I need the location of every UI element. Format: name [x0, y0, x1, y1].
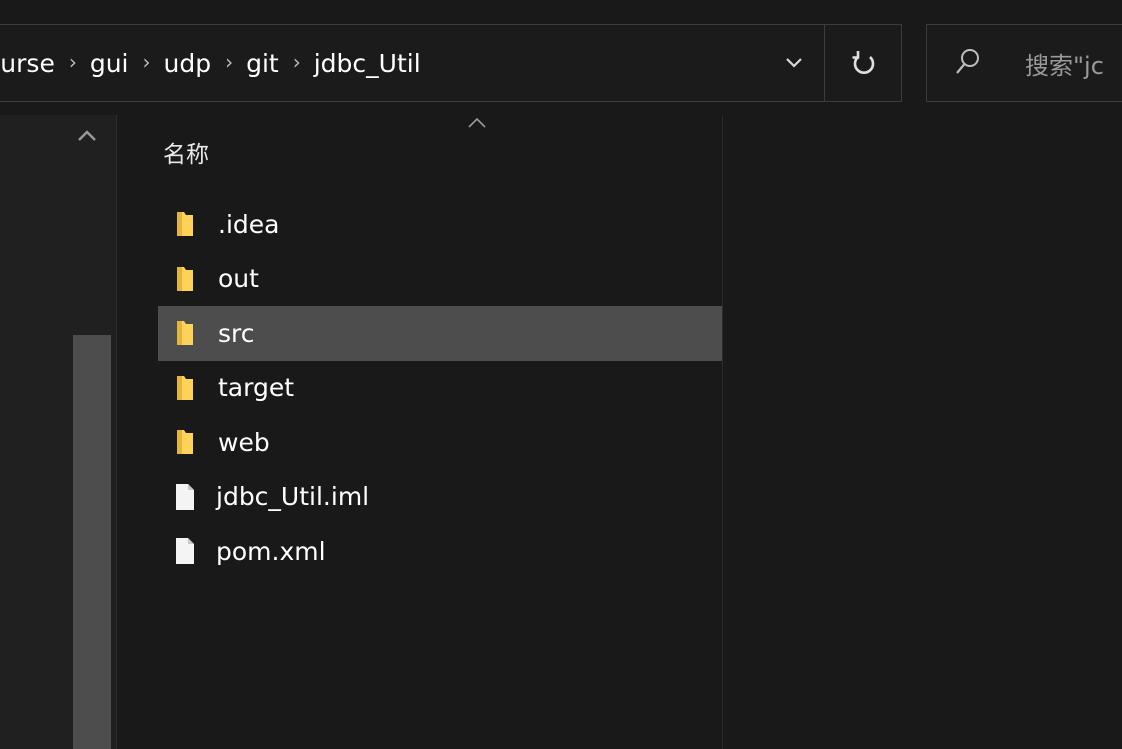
list-item-web[interactable]: web: [158, 415, 722, 470]
list-item-pom-xml[interactable]: pom.xml: [158, 524, 722, 579]
search-placeholder: 搜索"jc: [1025, 51, 1104, 80]
item-name: pom.xml: [216, 536, 326, 566]
item-name: .idea: [218, 209, 280, 239]
file-list: .idea out src target web jdbc_Util.iml p…: [158, 197, 722, 579]
folder-icon: [174, 374, 196, 402]
search-icon: [956, 49, 979, 74]
list-item-target[interactable]: target: [158, 361, 722, 416]
folder-icon: [174, 210, 196, 238]
breadcrumb: ourse › gui › udp › git › jdbc_Util: [0, 25, 760, 101]
breadcrumb-separator-icon[interactable]: ›: [69, 50, 77, 74]
nav-scrollbar-thumb[interactable]: [73, 335, 111, 749]
chevron-down-icon: [786, 58, 802, 68]
file-icon: [174, 483, 196, 511]
address-history-dropdown-button[interactable]: [768, 25, 820, 101]
column-header-name[interactable]: 名称: [163, 135, 209, 169]
folder-icon: [174, 319, 196, 347]
folder-icon: [174, 265, 196, 293]
breadcrumb-item-jdbc-util[interactable]: jdbc_Util: [314, 49, 421, 78]
breadcrumb-item-gui[interactable]: gui: [90, 49, 129, 78]
file-icon: [174, 537, 196, 565]
chevron-up-icon[interactable]: [76, 129, 98, 143]
column-divider[interactable]: [722, 115, 723, 749]
breadcrumb-item-udp[interactable]: udp: [164, 49, 212, 78]
list-item-idea[interactable]: .idea: [158, 197, 722, 252]
breadcrumb-item-course[interactable]: ourse: [0, 49, 55, 78]
item-name: target: [218, 373, 295, 403]
folder-icon: [174, 428, 196, 456]
list-item-jdbc-util-iml[interactable]: jdbc_Util.iml: [158, 470, 722, 525]
address-bar[interactable]: ourse › gui › udp › git › jdbc_Util: [0, 24, 902, 102]
sort-ascending-icon: [468, 117, 486, 128]
item-name: jdbc_Util.iml: [216, 482, 370, 512]
list-item-out[interactable]: out: [158, 252, 722, 307]
list-item-src[interactable]: src: [158, 306, 722, 361]
breadcrumb-separator-icon[interactable]: ›: [293, 50, 301, 74]
navigation-pane[interactable]: [0, 115, 116, 749]
toolbar: ourse › gui › udp › git › jdbc_Util: [0, 0, 1122, 115]
address-divider: [824, 25, 825, 101]
file-explorer-window: ourse › gui › udp › git › jdbc_Util: [0, 0, 1122, 749]
item-name: out: [218, 264, 259, 294]
refresh-button[interactable]: [830, 25, 898, 101]
breadcrumb-separator-icon[interactable]: ›: [143, 50, 151, 74]
item-name: src: [218, 318, 255, 348]
refresh-icon: [852, 51, 875, 74]
breadcrumb-item-git[interactable]: git: [246, 49, 279, 78]
search-box[interactable]: 搜索"jc: [926, 24, 1122, 102]
item-name: web: [218, 427, 270, 457]
breadcrumb-separator-icon[interactable]: ›: [225, 50, 233, 74]
